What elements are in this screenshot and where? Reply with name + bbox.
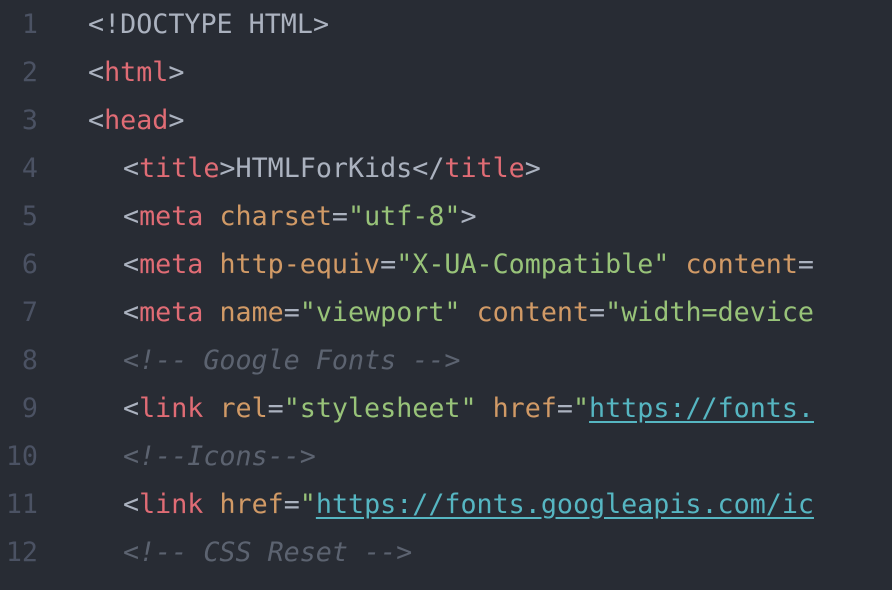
attribute-value: "stylesheet" [283, 392, 477, 424]
line-number: 7 [21, 296, 38, 328]
bracket: > [168, 104, 185, 136]
attribute-name: charset [219, 200, 332, 232]
tag-name: title [139, 152, 220, 184]
attribute-value: "width=device [605, 296, 814, 328]
line-number: 10 [5, 440, 38, 472]
code-comment: <!-- CSS Reset --> [123, 536, 413, 568]
bracket: </ [412, 152, 445, 184]
line-number: 6 [21, 248, 38, 280]
bracket: < [123, 488, 140, 520]
quote-mark: " [572, 392, 590, 424]
equals-sign: = [267, 392, 284, 424]
tag-name: meta [139, 200, 204, 232]
line-code: <head> [88, 105, 184, 136]
attribute-name: href [492, 392, 557, 424]
line-number: 2 [21, 56, 38, 88]
bracket: < [123, 392, 140, 424]
line-number: 3 [21, 104, 38, 136]
tag-name: meta [139, 248, 204, 280]
attribute-name: rel [219, 392, 268, 424]
line-number: 1 [21, 8, 38, 40]
line-number: 8 [21, 344, 38, 376]
code-line[interactable]: 3 <head> [0, 96, 892, 144]
code-line[interactable]: 10 <!--Icons--> [0, 432, 892, 480]
line-code: <title>HTMLForKids</title> [88, 153, 541, 184]
bracket: < [123, 200, 140, 232]
attribute-name: name [219, 296, 284, 328]
attribute-value: "X-UA-Compatible" [396, 248, 670, 280]
line-code: <!--Icons--> [88, 441, 316, 472]
code-line[interactable]: 4 <title>HTMLForKids</title> [0, 144, 892, 192]
code-line[interactable]: 2 <html> [0, 48, 892, 96]
code-line[interactable]: 1 <!DOCTYPE HTML> [0, 0, 892, 48]
equals-sign: = [556, 392, 573, 424]
code-comment: <!-- Google Fonts --> [123, 344, 461, 376]
line-code: <!DOCTYPE HTML> [88, 9, 329, 40]
code-line[interactable]: 9 <link rel="stylesheet" href="https://f… [0, 384, 892, 432]
line-code: <meta name="viewport" content="width=dev… [88, 297, 814, 328]
bracket: > [460, 200, 477, 232]
equals-sign: = [797, 248, 814, 280]
line-code: <link href="https://fonts.googleapis.com… [88, 489, 814, 520]
equals-sign: = [589, 296, 606, 328]
tag-name: title [444, 152, 525, 184]
code-line[interactable]: 7 <meta name="viewport" content="width=d… [0, 288, 892, 336]
tag-name: link [139, 488, 204, 520]
equals-sign: = [283, 488, 300, 520]
code-line[interactable]: 5 <meta charset="utf-8"> [0, 192, 892, 240]
attribute-name: content [476, 296, 590, 328]
bracket: < [123, 296, 140, 328]
tag-content: HTMLForKids [235, 152, 413, 184]
url-link[interactable]: https://fonts. [589, 393, 814, 424]
equals-sign: = [331, 200, 348, 232]
line-number: 9 [21, 392, 38, 424]
tag-name: meta [139, 296, 204, 328]
code-line[interactable]: 12 <!-- CSS Reset --> [0, 528, 892, 576]
code-line[interactable]: 6 <meta http-equiv="X-UA-Compatible" con… [0, 240, 892, 288]
bracket: < [88, 104, 105, 136]
doctype-text: <!DOCTYPE HTML> [88, 8, 330, 40]
line-number: 4 [21, 152, 38, 184]
code-line[interactable]: 8 <!-- Google Fonts --> [0, 336, 892, 384]
line-code: <meta charset="utf-8"> [88, 201, 477, 232]
tag-name: head [104, 104, 169, 136]
line-code: <meta http-equiv="X-UA-Compatible" conte… [88, 249, 814, 280]
url-link[interactable]: https://fonts.googleapis.com/ic [316, 489, 814, 520]
attribute-name: http-equiv [219, 248, 381, 280]
tag-name: link [139, 392, 204, 424]
attribute-value: "viewport" [299, 296, 461, 328]
bracket: > [219, 152, 236, 184]
bracket: < [88, 56, 105, 88]
line-code: <link rel="stylesheet" href="https://fon… [88, 393, 814, 424]
equals-sign: = [380, 248, 397, 280]
line-code: <!-- CSS Reset --> [88, 537, 412, 568]
line-code: <html> [88, 57, 184, 88]
code-editor[interactable]: 1 <!DOCTYPE HTML> 2 <html> 3 <head> 4 <t… [0, 0, 892, 590]
line-number: 12 [5, 536, 38, 568]
quote-mark: " [299, 488, 316, 520]
attribute-value: "utf-8" [348, 200, 461, 232]
attribute-name: href [219, 488, 284, 520]
line-number: 5 [21, 200, 38, 232]
line-code: <!-- Google Fonts --> [88, 345, 460, 376]
line-number: 11 [5, 488, 38, 520]
code-line[interactable]: 11 <link href="https://fonts.googleapis.… [0, 480, 892, 528]
code-comment: <!--Icons--> [123, 440, 316, 472]
bracket: > [168, 56, 185, 88]
bracket: < [123, 248, 140, 280]
equals-sign: = [283, 296, 300, 328]
tag-name: html [104, 56, 169, 88]
bracket: > [524, 152, 541, 184]
bracket: < [123, 152, 140, 184]
attribute-name: content [685, 248, 798, 280]
